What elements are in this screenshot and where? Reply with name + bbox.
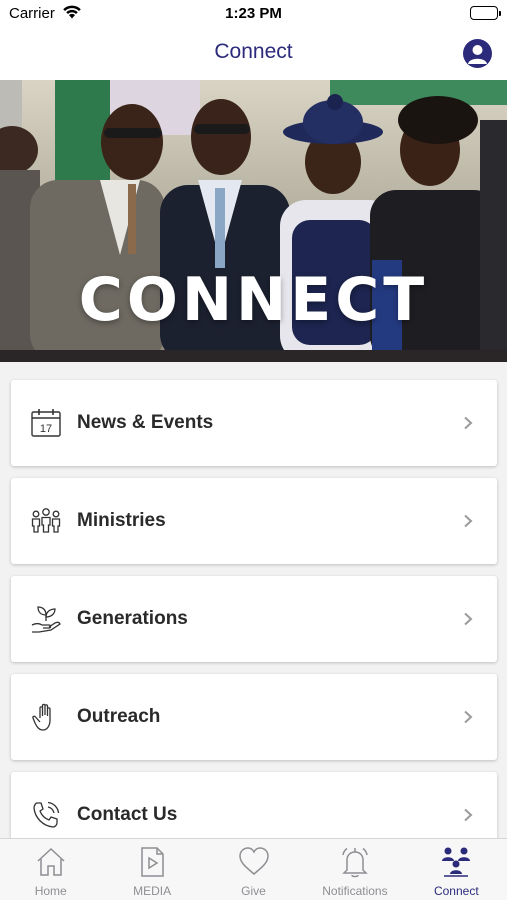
hero-title: CONNECT — [78, 265, 429, 335]
menu-item-label: Generations — [77, 608, 188, 629]
menu-item-label: News & Events — [77, 412, 214, 433]
clock-time: 1:23 PM — [225, 5, 282, 22]
calendar-day: 17 — [40, 423, 52, 435]
chevron-right-icon — [461, 710, 475, 724]
status-bar: Carrier 1:23 PM — [0, 0, 507, 28]
tab-label: Notifications — [322, 884, 388, 898]
menu-item-ministries[interactable]: Ministries — [11, 478, 497, 564]
bell-icon — [338, 845, 372, 879]
people-connect-icon — [439, 845, 473, 879]
hand-icon — [30, 701, 62, 733]
menu-item-label: Ministries — [77, 510, 166, 531]
profile-icon[interactable] — [463, 39, 492, 68]
tab-home[interactable]: Home — [0, 839, 101, 900]
menu-item-generations[interactable]: Generations — [11, 576, 497, 662]
tab-label: Home — [34, 884, 67, 898]
navigation-bar: Connect — [0, 28, 507, 80]
battery-icon — [470, 6, 501, 20]
heart-icon — [237, 845, 271, 879]
tab-label: Connect — [433, 884, 479, 898]
tab-label: MEDIA — [133, 884, 172, 898]
chevron-right-icon — [461, 612, 475, 626]
media-play-icon — [135, 845, 169, 879]
tab-notifications[interactable]: Notifications — [304, 839, 405, 900]
plant-in-hand-icon — [30, 603, 62, 635]
calendar-icon: 17 — [30, 407, 62, 439]
page-title: Connect — [214, 40, 293, 63]
people-group-icon — [30, 505, 62, 537]
connect-menu-list: 17 News & Events Ministries Generations … — [11, 380, 497, 870]
hero-banner: CONNECT — [0, 80, 507, 362]
tab-connect[interactable]: Connect — [406, 839, 507, 900]
menu-item-label: Outreach — [77, 706, 161, 727]
menu-item-outreach[interactable]: Outreach — [11, 674, 497, 760]
chevron-right-icon — [461, 514, 475, 528]
chevron-right-icon — [461, 808, 475, 822]
tab-media[interactable]: MEDIA — [101, 839, 202, 900]
phone-icon — [30, 799, 62, 831]
tab-bar: Home MEDIA Give Notifications Connect — [0, 838, 507, 900]
home-icon — [34, 845, 68, 879]
tab-give[interactable]: Give — [203, 839, 304, 900]
menu-item-news-events[interactable]: 17 News & Events — [11, 380, 497, 466]
tab-label: Give — [241, 884, 266, 898]
menu-item-label: Contact Us — [77, 804, 178, 825]
chevron-right-icon — [461, 416, 475, 430]
